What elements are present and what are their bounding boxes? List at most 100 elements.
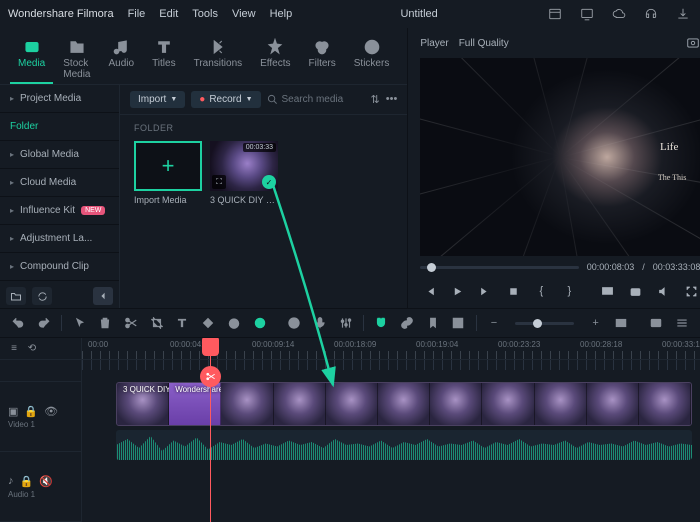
doc-title: Untitled: [306, 8, 532, 20]
magnet-icon[interactable]: [373, 315, 390, 332]
color-button[interactable]: [251, 315, 268, 332]
timeline: ≡ ⟲ ▣ 🔒 👁 Video 1 ♪ 🔒 🔇 Audio 1 00:00 00:…: [0, 338, 700, 522]
tab-media[interactable]: Media: [10, 34, 53, 84]
sidebar-item[interactable]: ▸Influence KitNEW: [0, 197, 119, 225]
support-icon[interactable]: [642, 5, 660, 23]
snapshot-icon[interactable]: [686, 36, 700, 50]
more-icon[interactable]: •••: [386, 93, 398, 106]
import-media-card[interactable]: + Import Media: [134, 141, 202, 205]
timeline-tracks[interactable]: 00:0000:00:04:1900:00:09:1400:00:18:0900…: [82, 338, 700, 522]
mixer-icon[interactable]: [337, 315, 354, 332]
fullscreen-icon[interactable]: [682, 282, 700, 300]
mark-out-button[interactable]: }: [560, 282, 578, 300]
menu-help[interactable]: Help: [270, 8, 293, 20]
menu-view[interactable]: View: [232, 8, 256, 20]
audio-track-icon: ♪: [8, 475, 14, 488]
screen-icon[interactable]: [598, 282, 616, 300]
undo-button[interactable]: [10, 315, 27, 332]
speed-button[interactable]: [225, 315, 242, 332]
marker-icon[interactable]: [424, 315, 441, 332]
playhead[interactable]: [210, 338, 211, 522]
tab-audio[interactable]: Audio: [100, 34, 142, 84]
audio-clip[interactable]: [116, 430, 692, 460]
refresh-icon[interactable]: [32, 287, 52, 305]
app-name: Wondershare Filmora: [8, 8, 114, 20]
keyframe-button[interactable]: [200, 315, 217, 332]
quality-selector[interactable]: Full Quality: [459, 38, 509, 49]
expand-icon[interactable]: ⛶: [212, 175, 226, 189]
redo-button[interactable]: [36, 315, 53, 332]
camera-icon[interactable]: [626, 282, 644, 300]
import-button[interactable]: Import▼: [130, 91, 185, 108]
tab-filters[interactable]: Filters: [301, 34, 344, 84]
mute-icon[interactable]: 🔇: [39, 475, 53, 488]
tl-link-icon[interactable]: ⟲: [26, 340, 38, 357]
menu-tools[interactable]: Tools: [192, 8, 218, 20]
scrub-bar[interactable]: [420, 266, 578, 269]
record-button[interactable]: ●Record▼: [191, 91, 260, 108]
time-current: 00:00:08:03: [587, 262, 635, 272]
time-duration: 00:03:33:08: [653, 262, 700, 272]
volume-icon[interactable]: [654, 282, 672, 300]
play-tl-button[interactable]: [286, 315, 303, 332]
tab-trans[interactable]: Transitions: [186, 34, 251, 84]
preview-viewport[interactable]: Life The This: [420, 58, 700, 256]
sidebar-item[interactable]: ▸Project Media: [0, 85, 119, 113]
play-button[interactable]: [448, 282, 466, 300]
overlay-text: Life: [660, 141, 678, 153]
lock-icon[interactable]: 🔒: [20, 475, 34, 488]
ruler-label: 00:00: [88, 340, 108, 349]
search-input[interactable]: Search media: [267, 94, 365, 105]
player-panel: Player Full Quality Life The This 00:00:…: [408, 28, 700, 308]
tl-menu-icon[interactable]: ≡: [8, 340, 20, 357]
stop-button[interactable]: [504, 282, 522, 300]
tab-fx[interactable]: Effects: [252, 34, 298, 84]
grid-icon[interactable]: [450, 315, 467, 332]
cloud-icon[interactable]: [610, 5, 628, 23]
cursor-tool[interactable]: [71, 315, 88, 332]
scissors-icon[interactable]: [200, 366, 221, 387]
video-track-header[interactable]: ▣ 🔒 👁 Video 1: [0, 382, 81, 452]
tab-stickers[interactable]: Stickers: [346, 34, 398, 84]
sidebar-item[interactable]: ▸Adjustment La...: [0, 225, 119, 253]
link-icon[interactable]: [399, 315, 416, 332]
sidebar-item[interactable]: ▸Compound Clip: [0, 253, 119, 281]
zoom-out-button[interactable]: −: [486, 315, 503, 332]
ruler-label: 00:00:18:09: [334, 340, 376, 349]
split-button[interactable]: [123, 315, 140, 332]
delete-button[interactable]: [97, 315, 114, 332]
prev-button[interactable]: [420, 282, 438, 300]
share-icon[interactable]: [578, 5, 596, 23]
sidebar-item[interactable]: ▸Cloud Media: [0, 169, 119, 197]
audio-track-header[interactable]: ♪ 🔒 🔇 Audio 1: [0, 452, 81, 522]
overlay-text-2: The This: [658, 173, 687, 182]
export-button[interactable]: [674, 5, 692, 23]
video-clip[interactable]: 3 QUICK DIY Music Video Hacks Wondershar…: [116, 382, 692, 426]
folder-heading: FOLDER: [120, 115, 407, 141]
visibility-icon[interactable]: 👁: [44, 405, 58, 418]
render-icon[interactable]: [648, 315, 665, 332]
layout-icon[interactable]: [546, 5, 564, 23]
zoom-slider[interactable]: [515, 322, 574, 325]
tab-stock[interactable]: Stock Media: [55, 34, 98, 84]
sidebar-item[interactable]: Folder: [0, 113, 119, 141]
crop-button[interactable]: [148, 315, 165, 332]
menu-edit[interactable]: Edit: [159, 8, 178, 20]
tab-titles[interactable]: Titles: [144, 34, 184, 84]
filter-icon[interactable]: ⇅: [371, 93, 380, 106]
collapse-sidebar-button[interactable]: [93, 287, 113, 305]
next-button[interactable]: [476, 282, 494, 300]
fit-button[interactable]: [613, 315, 630, 332]
media-clip-card[interactable]: 00:03:33 ⛶ ✓ 3 QUICK DIY Music Vi...: [210, 141, 278, 205]
zoom-in-button[interactable]: +: [587, 315, 604, 332]
menu-file[interactable]: File: [128, 8, 146, 20]
lock-icon[interactable]: 🔒: [24, 405, 38, 418]
new-folder-button[interactable]: [6, 287, 26, 305]
sidebar-item[interactable]: ▸Global Media: [0, 141, 119, 169]
ruler-label: 00:00:09:14: [252, 340, 294, 349]
player-label: Player: [420, 38, 448, 49]
text-button[interactable]: [174, 315, 191, 332]
settings-icon[interactable]: [673, 315, 690, 332]
mark-in-button[interactable]: {: [532, 282, 550, 300]
mic-icon[interactable]: [312, 315, 329, 332]
